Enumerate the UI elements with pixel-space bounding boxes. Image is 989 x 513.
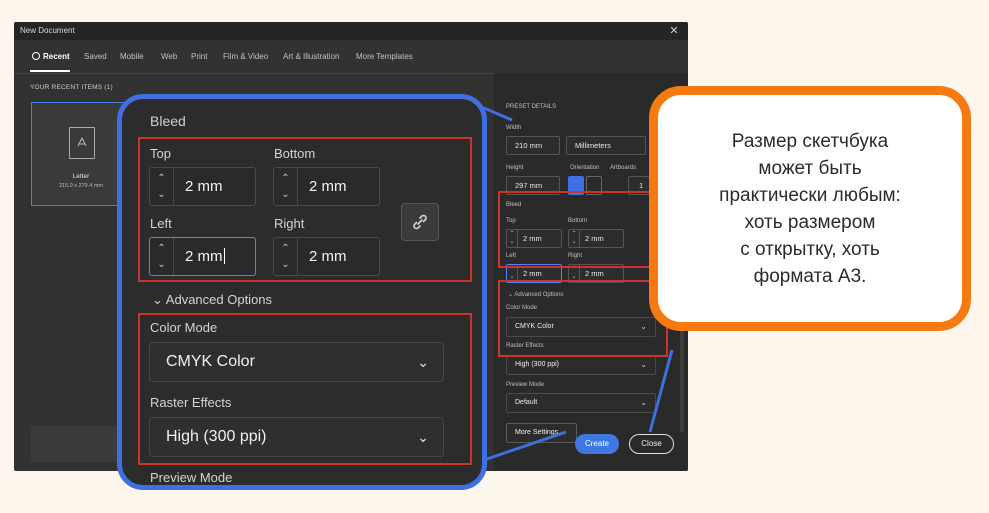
zoom-raster-effects-label: Raster Effects — [150, 395, 232, 410]
zoom-color-mode-value: CMYK Color — [166, 353, 255, 370]
zoom-right-stepper[interactable]: ⌃ ⌄ 2 mm — [273, 237, 380, 276]
zoom-raster-effects-value: High (300 ppi) — [166, 428, 267, 445]
zoom-left-value: 2 mm — [185, 248, 225, 265]
zoom-top-label: Top — [150, 146, 171, 161]
zoom-bottom-value: 2 mm — [309, 178, 347, 195]
zoom-bleed-title: Bleed — [150, 113, 186, 129]
zoom-top-stepper[interactable]: ⌃ ⌄ 2 mm — [149, 167, 256, 206]
zoom-right-value: 2 mm — [309, 248, 347, 265]
zoom-left-stepper[interactable]: ⌃ ⌄ 2 mm — [149, 237, 256, 276]
bleed-zoom-panel: Bleed Top ⌃ ⌄ 2 mm Bottom ⌃ ⌄ 2 mm Left ⌃ ⌄ 2 … — [117, 94, 487, 490]
chevron-down-icon: ⌄ — [417, 354, 429, 370]
zoom-advanced-options-label: Advanced Options — [165, 292, 273, 307]
callout-text: Размер скетчбука может быть практически … — [719, 130, 901, 287]
zoom-preview-mode-label: Preview Mode — [150, 470, 233, 485]
zoom-top-value: 2 mm — [185, 178, 223, 195]
text-caret — [223, 248, 225, 264]
zoom-color-mode-label: Color Mode — [150, 320, 218, 335]
zoom-advanced-options-toggle[interactable]: ⌄ Advanced Options — [152, 292, 272, 308]
link-icon[interactable] — [401, 203, 439, 241]
zoom-bottom-label: Bottom — [274, 146, 316, 161]
zoom-right-label: Right — [274, 216, 305, 231]
zoom-bottom-stepper[interactable]: ⌃ ⌄ 2 mm — [273, 167, 380, 206]
zoom-color-mode-dropdown[interactable]: CMYK Color ⌄ — [149, 342, 444, 382]
chevron-down-icon: ⌄ — [417, 429, 429, 445]
zoom-raster-effects-dropdown[interactable]: High (300 ppi) ⌄ — [149, 417, 444, 457]
zoom-left-label: Left — [150, 216, 172, 231]
annotation-callout: Размер скетчбука может быть практически … — [649, 86, 971, 331]
